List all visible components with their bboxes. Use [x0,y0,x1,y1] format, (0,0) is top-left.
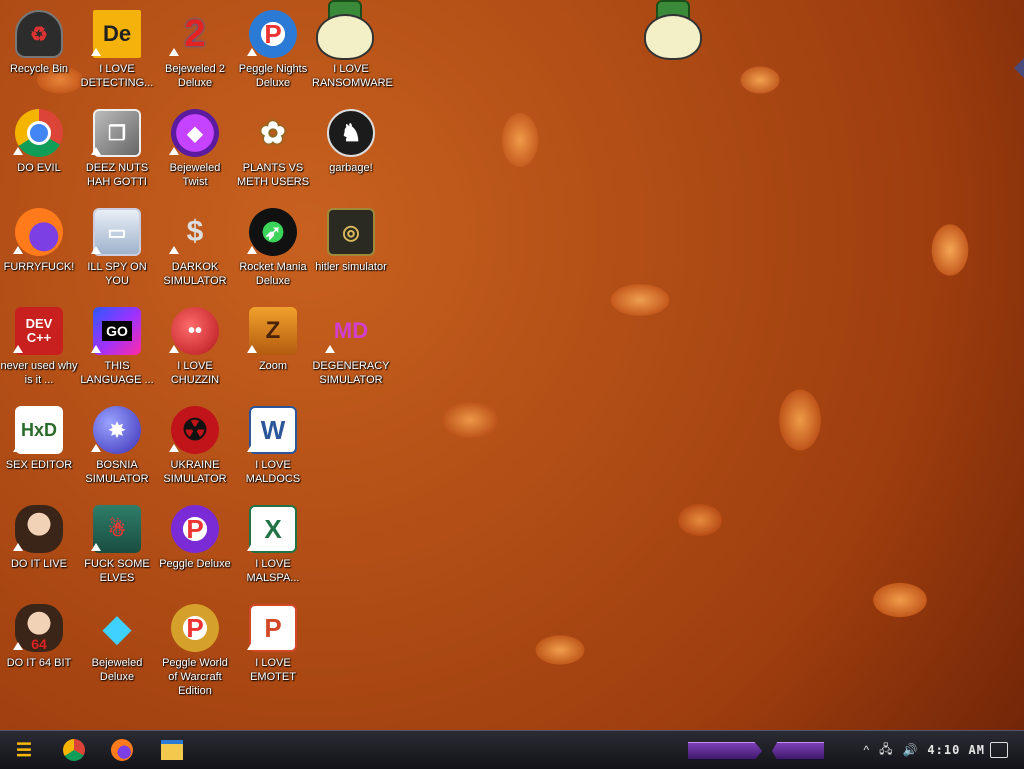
desktop: ♻ Recycle Bin DO EVIL FURRYFUCK! DEV C++ … [0,0,1024,730]
desktop-icon-ukraine[interactable]: ☢ UKRAINE SIMULATOR [156,400,234,498]
desktop-icon-bejeweled-twist[interactable]: ◆ Bejeweled Twist [156,103,234,201]
taskbar-chrome-icon[interactable] [58,735,90,765]
emblem-icon: ◎ [327,208,375,256]
desktop-icon-garbage[interactable]: ♞ garbage! [312,103,390,201]
desktop-icon-chuzzin[interactable]: •• I LOVE CHUZZIN [156,301,234,399]
desktop-icon-detecting[interactable]: De I LOVE DETECTING... [78,4,156,102]
system-tray: ^ 🖧 🔊 4:10 AM [858,731,1024,769]
taskbar-decoration [772,742,824,760]
desktop-icon-hex-editor[interactable]: HxD SEX EDITOR [0,400,78,498]
taskbar-file-explorer-icon[interactable] [156,735,188,765]
desktop-icon-deez-nuts[interactable]: ❐ DEEZ NUTS HAH GOTTI [78,103,156,201]
desktop-icon-do-evil[interactable]: DO EVIL [0,103,78,201]
desktop-icon-zoom[interactable]: Z Zoom [234,301,312,399]
desktop-icon-bosnia[interactable]: ✸ BOSNIA SIMULATOR [78,400,156,498]
desktop-icon-bejeweled2[interactable]: 2 Bejeweled 2 Deluxe [156,4,234,102]
desktop-icon-hitler-sim[interactable]: ◎ hitler simulator [312,202,390,300]
desktop-icon-firefox[interactable]: FURRYFUCK! [0,202,78,300]
desktop-icon-darkok[interactable]: $ DARKOK SIMULATOR [156,202,234,300]
notifications-icon[interactable] [990,742,1008,758]
peggle-icon: P [171,505,219,553]
start-icon[interactable]: ☰ [6,735,42,765]
desktop-icon-degeneracy[interactable]: MD DEGENERACY SIMULATOR [312,301,390,399]
desktop-icon-recycle-bin[interactable]: ♻ Recycle Bin [0,4,78,102]
desktop-icon-malspam[interactable]: X I LOVE MALSPA... [234,499,312,597]
desktop-icon-go[interactable]: GO THIS LANGUAGE ... [78,301,156,399]
plant-icon: ✿ [260,116,286,150]
money-bag-icon [327,10,375,58]
edge-arrow-icon[interactable] [1014,58,1024,78]
ransom-sticker [640,0,704,60]
clock[interactable]: 4:10 AM [927,743,985,757]
volume-icon[interactable]: 🔊 [902,743,917,757]
show-hidden-icons-chevron-icon[interactable]: ^ [863,743,869,757]
desktop-icon-devcpp[interactable]: DEV C++ never used why is it ... [0,301,78,399]
desktop-icon-emotet[interactable]: P I LOVE EMOTET [234,598,312,696]
desktop-icon-peggle-nights[interactable]: P Peggle Nights Deluxe [234,4,312,102]
desktop-icon-bejeweled-deluxe[interactable]: ◆ Bejeweled Deluxe [78,598,156,696]
desktop-icon-elves[interactable]: ☃ FUCK SOME ELVES [78,499,156,597]
diamond-icon: ◆ [103,607,131,648]
lion-icon: ♞ [327,109,375,157]
desktop-icon-spy[interactable]: ▭ ILL SPY ON YOU [78,202,156,300]
recycle-bin-icon: ♻ [15,10,63,58]
desktop-icon-do-it-live[interactable]: DO IT LIVE [0,499,78,597]
desktop-icon-maldocs[interactable]: W I LOVE MALDOCS [234,400,312,498]
peggle-icon: P [171,604,219,652]
taskbar-decoration [688,742,762,760]
desktop-icon-do-it-64[interactable]: 64 DO IT 64 BIT [0,598,78,696]
taskbar-firefox-icon[interactable] [106,735,138,765]
network-icon[interactable]: 🖧 [879,740,892,761]
desktop-icon-rocket[interactable]: ➶ Rocket Mania Deluxe [234,202,312,300]
desktop-icon-peggle-wow[interactable]: P Peggle World of Warcraft Edition [156,598,234,697]
taskbar: ☰ ^ 🖧 🔊 4:10 AM [0,730,1024,769]
desktop-icon-ransomware[interactable]: I LOVE RANSOMWARE [312,4,393,102]
desktop-icon-plants[interactable]: ✿ PLANTS VS METH USERS [234,103,312,201]
desktop-icon-peggle-deluxe[interactable]: P Peggle Deluxe [156,499,234,597]
